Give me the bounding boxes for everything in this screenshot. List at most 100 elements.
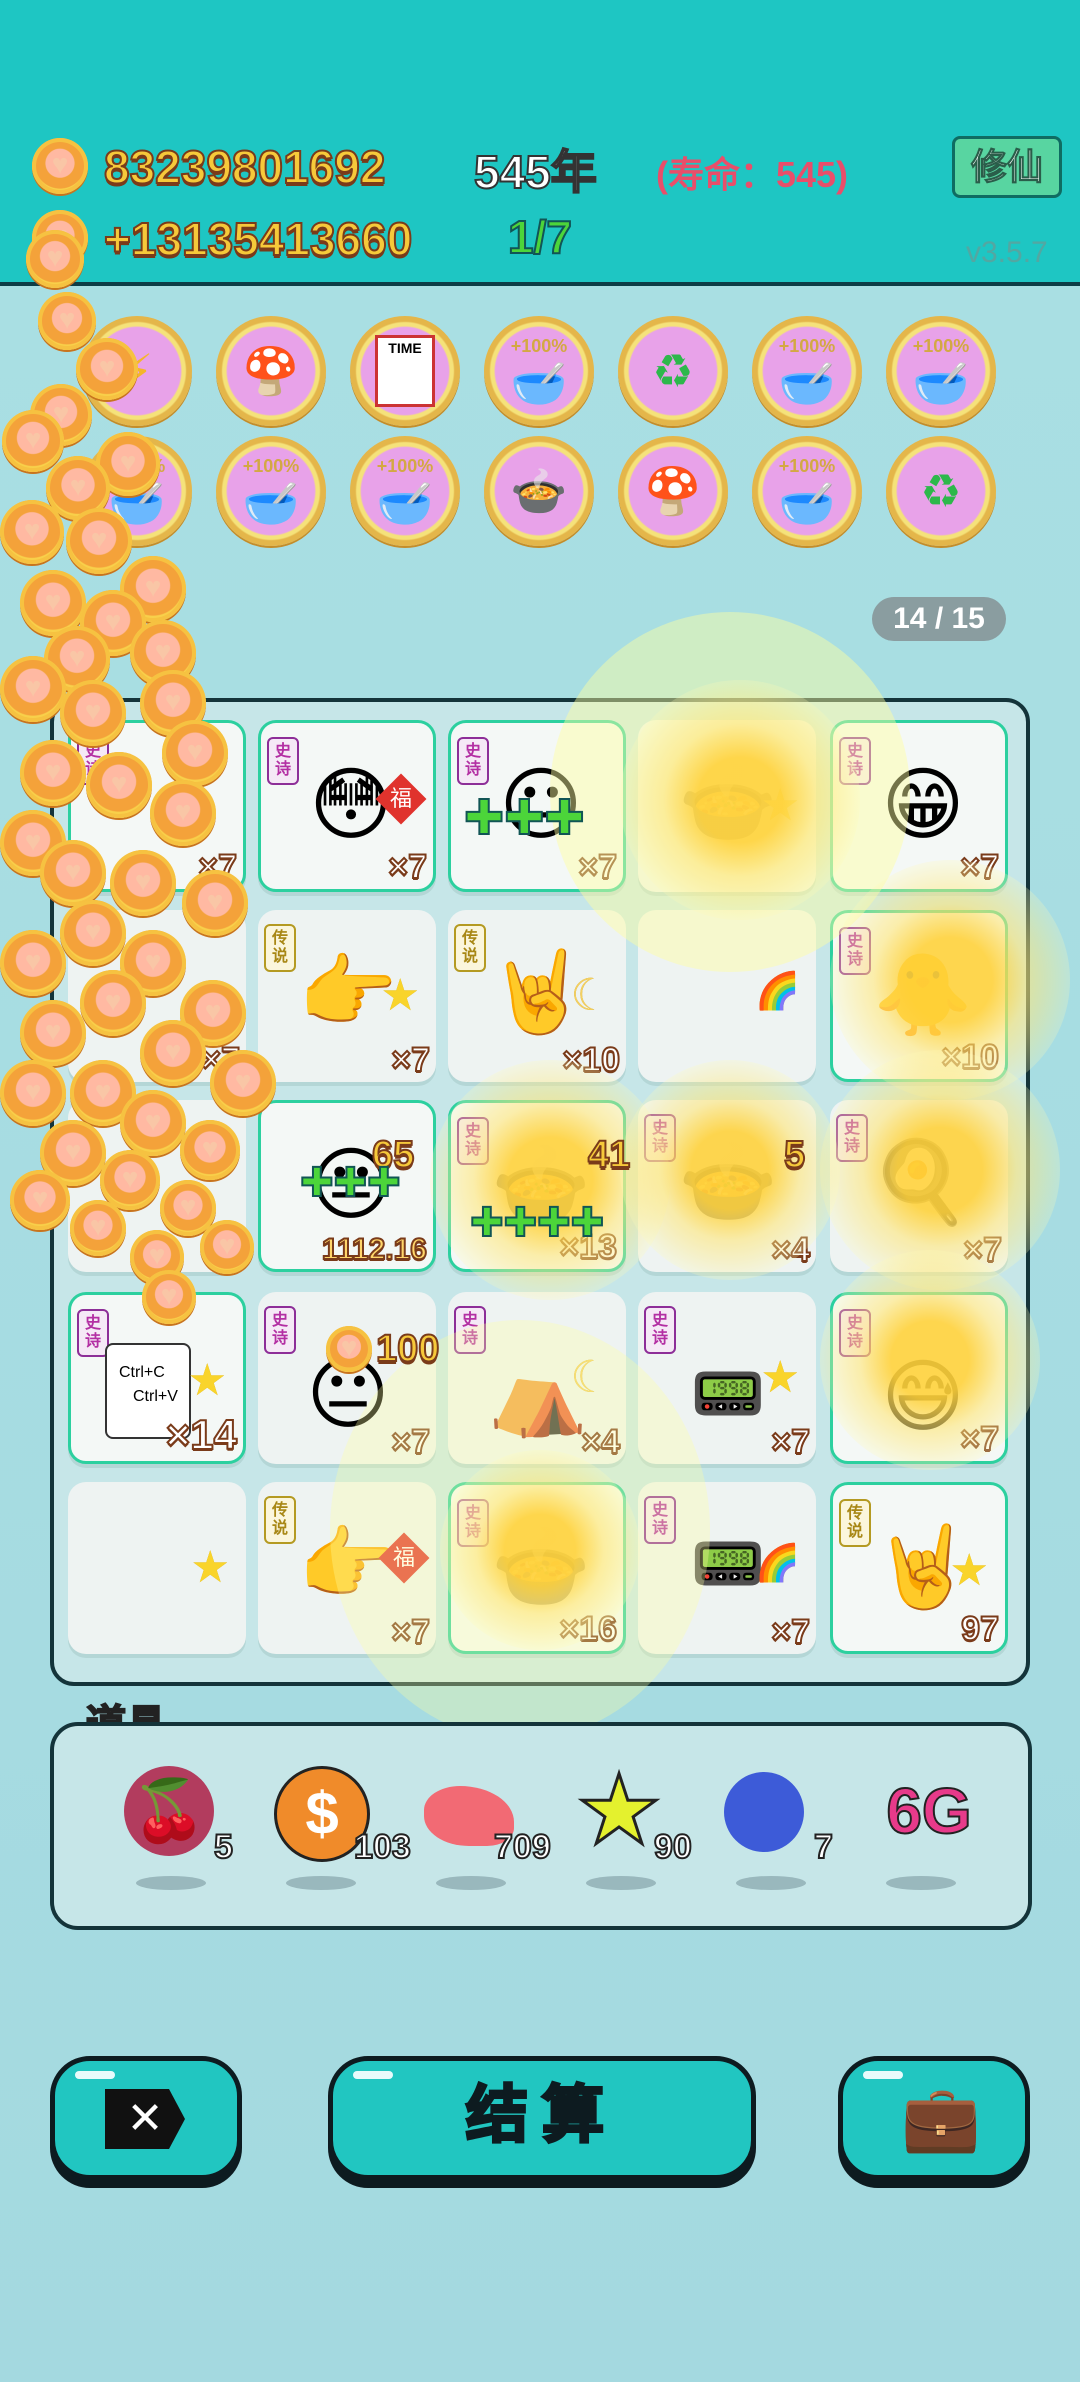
cell-multiplier: ×7 xyxy=(577,847,618,887)
face-icon: 😅 xyxy=(881,1352,965,1441)
heart-coin-icon xyxy=(10,1170,70,1230)
board-cell[interactable]: 史诗 🍲 ×4 xyxy=(638,1100,816,1272)
heart-coin-icon xyxy=(0,1060,66,1126)
heart-coin-icon xyxy=(32,138,88,194)
blueberry-icon xyxy=(724,1772,804,1852)
item-shadow xyxy=(736,1876,806,1890)
rarity-tag-epic: 史诗 xyxy=(839,1309,871,1357)
income-display: +13135413660 xyxy=(103,212,413,266)
heart-coin-icon xyxy=(20,740,86,806)
briefcase-icon: 💼 xyxy=(901,2082,981,2154)
rarity-tag-epic: 史诗 xyxy=(267,737,299,785)
board-cell[interactable]: 史诗 😅 ×7 xyxy=(830,1292,1008,1464)
plus-sparkles-icon: ✚✚✚ xyxy=(463,791,586,846)
coin-total: 83239801692 xyxy=(103,140,386,194)
pot-100-icon[interactable]: +100%🥣 xyxy=(350,436,460,546)
recycle-icon[interactable]: ♻ xyxy=(618,316,728,426)
cell-multiplier: ×16 xyxy=(558,1609,618,1649)
board-cell[interactable]: 传说 🤘 ★ 97 xyxy=(830,1482,1008,1654)
rarity-tag-epic: 史诗 xyxy=(839,737,871,785)
cell-multiplier: ×10 xyxy=(940,1037,1000,1077)
items-panel: 🍒 5 $ 103 709 ★ 90 7 6G xyxy=(50,1722,1032,1930)
item-dollar[interactable]: $ 103 xyxy=(264,1766,412,1896)
cell-multiplier: ×7 xyxy=(959,1419,1000,1459)
board-cell[interactable]: 🍲 ★ xyxy=(638,720,816,892)
star-icon: ★ xyxy=(190,1543,230,1592)
lychee-icon: 🍒 xyxy=(124,1766,214,1856)
cell-multiplier: ×7 xyxy=(959,847,1000,887)
board-cell[interactable]: 史诗 😐 ×7 xyxy=(258,1292,436,1464)
rarity-tag-epic: 史诗 xyxy=(644,1496,676,1544)
board-cell[interactable]: 史诗 📟 🌈 ×7 xyxy=(638,1482,816,1654)
cell-multiplier: ×7 xyxy=(390,1612,431,1652)
board-cell[interactable]: 史诗 📟 ★ ×7 xyxy=(638,1292,816,1464)
pot-100-icon[interactable]: +100%🥣 xyxy=(484,316,594,426)
heart-coin-icon xyxy=(110,850,176,916)
board-cell[interactable]: 史诗 🍳 ×7 xyxy=(830,1100,1008,1272)
item-star[interactable]: ★ 90 xyxy=(564,1757,694,1896)
board-cell[interactable]: 史诗 🐥 ×10 xyxy=(830,910,1008,1082)
item-count: 709 xyxy=(493,1827,552,1867)
item-shadow xyxy=(436,1876,506,1890)
exit-button[interactable]: ✕ xyxy=(50,2056,242,2180)
pot-100-icon[interactable]: +100%🥣 xyxy=(752,436,862,546)
rarity-tag-epic: 史诗 xyxy=(836,1114,868,1162)
cell-multiplier: ×14 xyxy=(165,1410,238,1459)
cell-multiplier: 1112.16 xyxy=(321,1232,428,1267)
board-cell[interactable]: 史诗 😳 福 ×7 xyxy=(258,720,436,892)
board-cell[interactable]: 传说 👉 福 ×7 xyxy=(258,1482,436,1654)
board-cell[interactable]: 史诗 🍲 ×13 xyxy=(448,1100,626,1272)
star-icon: ★ xyxy=(574,1757,663,1864)
mushroom-cloud-icon[interactable]: 🍄 xyxy=(216,316,326,426)
pot-icon: 🍲 xyxy=(678,1137,778,1226)
heart-coin-icon xyxy=(66,508,132,574)
pot-100-icon[interactable]: +100%🥣 xyxy=(886,316,996,426)
item-count: 90 xyxy=(653,1827,693,1867)
cell-multiplier: ×7 xyxy=(770,1612,811,1652)
heart-coin-icon xyxy=(26,230,84,288)
version-label: v3.5.7 xyxy=(966,236,1048,269)
item-6g[interactable]: 6G xyxy=(864,1766,994,1896)
star-icon: ★ xyxy=(187,1356,227,1405)
item-blueberry[interactable]: 7 xyxy=(714,1766,844,1896)
board-cell[interactable]: 史诗 😁 ×7 xyxy=(830,720,1008,892)
board-cell[interactable]: 史诗 🍲 ×16 xyxy=(448,1482,626,1654)
item-liver[interactable]: 709 xyxy=(414,1766,552,1896)
recycle-icon[interactable]: ♻ xyxy=(886,436,996,546)
heart-coin-icon xyxy=(80,970,146,1036)
rarity-tag-epic: 史诗 xyxy=(457,1117,489,1165)
board-cell[interactable]: 传说 👉 ★ ×7 xyxy=(258,910,436,1082)
item-count: 5 xyxy=(213,1827,234,1867)
pot-100-icon[interactable]: +100%🥣 xyxy=(216,436,326,546)
heart-coin-icon xyxy=(60,900,126,966)
rarity-tag-epic: 史诗 xyxy=(839,927,871,975)
rarity-tag-epic: 史诗 xyxy=(457,1499,489,1547)
rarity-tag-legend: 传说 xyxy=(264,924,296,972)
bag-button[interactable]: 💼 xyxy=(838,2056,1030,2180)
ctrl-v-label: Ctrl+V xyxy=(133,1388,178,1405)
pot-100-icon[interactable]: +100%🥣 xyxy=(752,316,862,426)
rice-cooker-duck-icon[interactable]: 🍲 xyxy=(484,436,594,546)
heart-coin-icon xyxy=(0,656,66,722)
time-magazine-icon[interactable]: TIME xyxy=(350,316,460,426)
heart-coin-icon xyxy=(100,1150,160,1210)
cell-multiplier: ×7 xyxy=(962,1230,1003,1270)
ctrl-c-label: Ctrl+C xyxy=(119,1364,165,1381)
rarity-tag-epic: 史诗 xyxy=(644,1306,676,1354)
board-cell[interactable]: 🌈 xyxy=(638,910,816,1082)
xiuxian-button[interactable]: 修仙 xyxy=(952,136,1062,198)
close-tag-icon: ✕ xyxy=(105,2089,185,2149)
board-cell[interactable]: 史诗 ⛺ ☾ ×4 xyxy=(448,1292,626,1464)
item-lychee[interactable]: 🍒 5 xyxy=(114,1766,244,1896)
rainbow-icon: 🌈 xyxy=(755,970,800,1011)
mushroom-cloud-icon[interactable]: 🍄 xyxy=(618,436,728,546)
board-cell[interactable]: ★ xyxy=(68,1482,246,1654)
heart-coin-icon xyxy=(86,752,152,818)
round-progress: 1/7 xyxy=(507,210,573,264)
slot-counter: 14 / 15 xyxy=(872,597,1006,641)
plus-sparkles-icon: ✚✚✚✚ xyxy=(469,1200,605,1246)
board-cell[interactable]: 传说 🤘 ☾ ×10 xyxy=(448,910,626,1082)
settle-button[interactable]: 结算 xyxy=(328,2056,756,2180)
star-icon: ★ xyxy=(949,1546,989,1595)
pot-icon: 🍲 xyxy=(491,1522,591,1611)
